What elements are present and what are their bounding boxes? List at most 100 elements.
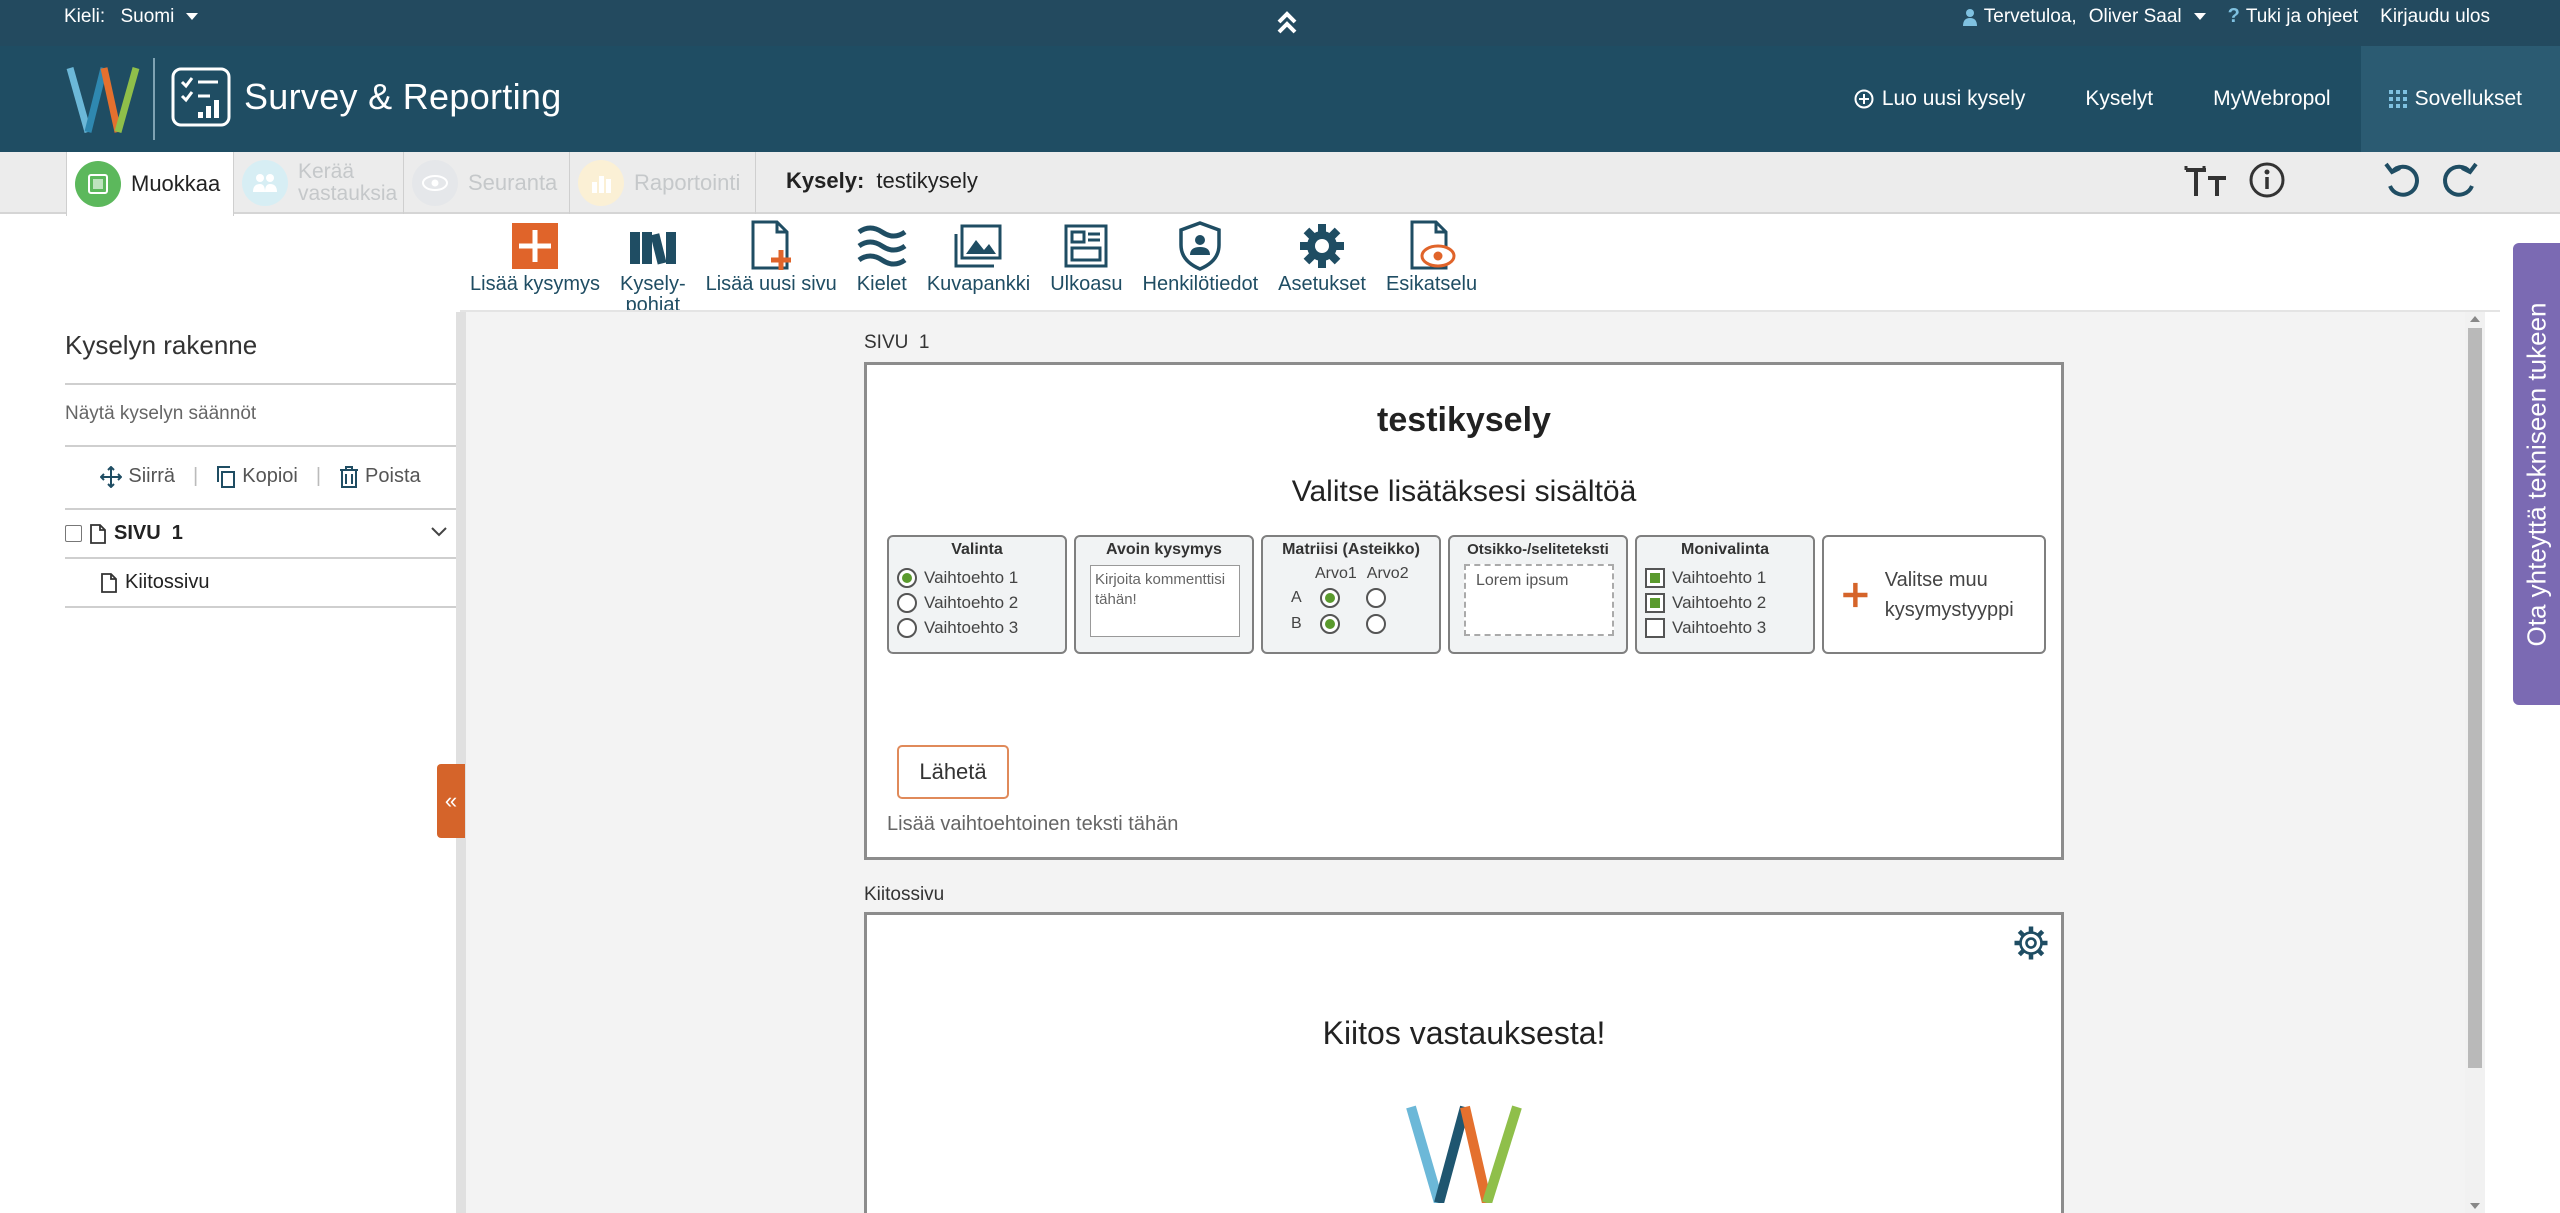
- qtype-other-label: Valitse muu kysymystyyppi: [1884, 568, 2014, 621]
- delete-button[interactable]: Poista: [339, 465, 421, 488]
- grid-icon: [2388, 90, 2407, 108]
- support-tab[interactable]: Ota yhteyttä tekniseen tukeen: [2513, 243, 2560, 705]
- tab-bar: Muokkaa Kerää vastauksia Seuranta Raporto…: [0, 152, 2560, 216]
- add-page-button[interactable]: Lisää uusi sivu: [696, 216, 847, 295]
- plus-icon: [1843, 582, 1868, 607]
- page1-checkbox[interactable]: [65, 525, 82, 542]
- tab-edit-label: Muokkaa: [131, 171, 221, 196]
- nav-mywebropol[interactable]: MyWebropol: [2183, 46, 2361, 152]
- plus-circle-icon: [1854, 89, 1874, 109]
- tab-edit[interactable]: Muokkaa: [66, 152, 234, 216]
- logout-link[interactable]: Kirjaudu ulos: [2380, 6, 2490, 28]
- radio-icon: [897, 617, 917, 638]
- copy-icon: [217, 465, 236, 488]
- undo-icon[interactable]: [2382, 160, 2422, 200]
- eye-icon: [412, 160, 458, 206]
- edit-icon: [75, 161, 121, 207]
- preview-button[interactable]: Esikatselu: [1376, 216, 1487, 295]
- shield-user-icon: [1175, 220, 1225, 272]
- radio-icon: [1366, 588, 1386, 608]
- thanks-settings-button[interactable]: [2013, 925, 2049, 966]
- structure-title: Kyselyn rakenne: [65, 330, 456, 385]
- chevron-down-icon: [185, 13, 198, 21]
- qtype-multi[interactable]: Monivalinta Vaihtoehto 1 Vaihtoehto 2 Va…: [1635, 535, 1815, 654]
- thanks-message[interactable]: Kiitos vastauksesta!: [867, 1015, 2061, 1052]
- editor-canvas: SIVU 1 testikysely Valitse lisätäksesi s…: [456, 312, 2481, 1213]
- qtype-choice[interactable]: Valinta Vaihtoehto 1 Vaihtoehto 2 Vaihto…: [887, 535, 1067, 654]
- trash-icon: [340, 465, 359, 488]
- gear-icon: [1297, 220, 1347, 272]
- webropol-logo[interactable]: [64, 60, 144, 138]
- multi-option-label: Vaihtoehto 3: [1672, 617, 1767, 637]
- nav-new-survey-label: Luo uusi kysely: [1881, 87, 2026, 110]
- add-question-button[interactable]: Lisää kysymys: [460, 216, 610, 295]
- settings-label: Asetukset: [1278, 273, 1366, 295]
- app-header: Survey & Reporting Luo uusi kysely Kysel…: [0, 46, 2560, 152]
- multi-option: Vaihtoehto 2: [1645, 590, 1805, 615]
- structure-actions: Siirrä | Kopioi | Poista: [65, 447, 456, 510]
- languages-button[interactable]: Kielet: [847, 216, 917, 295]
- scrollbar-thumb[interactable]: [2468, 328, 2482, 1068]
- tab-collect[interactable]: Kerää vastauksia: [234, 152, 404, 214]
- nav-apps[interactable]: Sovellukset: [2360, 46, 2560, 152]
- qtype-multi-title: Monivalinta: [1680, 541, 1769, 558]
- choice-option-label: Vaihtoehto 3: [924, 617, 1019, 637]
- text-size-icon[interactable]: [2184, 160, 2230, 200]
- templates-label-1: Kysely-: [620, 273, 686, 295]
- info-icon[interactable]: [2248, 161, 2286, 199]
- canvas-scrollbar[interactable]: [2465, 312, 2485, 1213]
- personal-data-button[interactable]: Henkilötiedot: [1133, 216, 1269, 295]
- qtype-other-button[interactable]: Valitse muu kysymystyyppi: [1822, 535, 2046, 654]
- add-question-label: Lisää kysymys: [470, 273, 601, 295]
- nav-surveys[interactable]: Kyselyt: [2055, 46, 2183, 152]
- delete-label: Poista: [365, 465, 421, 487]
- collapse-header-icon[interactable]: [1272, 8, 1302, 38]
- tab-monitor[interactable]: Seuranta: [404, 152, 570, 214]
- question-icon: ?: [2227, 5, 2240, 27]
- qtype-open[interactable]: Avoin kysymys Kirjoita kommenttisi tähän…: [1074, 535, 1254, 654]
- multi-option: Vaihtoehto 3: [1645, 615, 1805, 640]
- collapse-panel-button[interactable]: «: [437, 764, 465, 838]
- multi-option: Vaihtoehto 1: [1645, 565, 1805, 590]
- question-type-options: Valinta Vaihtoehto 1 Vaihtoehto 2 Vaihto…: [887, 535, 2046, 654]
- qtype-choice-title: Valinta: [951, 541, 1003, 558]
- settings-button[interactable]: Asetukset: [1268, 216, 1376, 295]
- qtype-heading-title: Otsikko-/seliteteksti: [1467, 541, 1609, 558]
- help-link[interactable]: ? Tuki ja ohjeet: [2228, 5, 2359, 28]
- language-value[interactable]: Suomi: [120, 6, 174, 27]
- page1-box[interactable]: testikysely Valitse lisätäksesi sisältöä…: [864, 362, 2064, 860]
- image-bank-button[interactable]: Kuvapankki: [917, 216, 1040, 295]
- redo-icon[interactable]: [2440, 160, 2480, 200]
- scroll-up-icon[interactable]: [2470, 316, 2480, 322]
- language-selector[interactable]: Kieli: Suomi: [64, 6, 198, 28]
- alt-text-link[interactable]: Lisää vaihtoehtoinen teksti tähän: [887, 813, 1178, 836]
- copy-button[interactable]: Kopioi: [216, 465, 298, 488]
- qtype-matrix-title: Matriisi (Asteikko): [1282, 541, 1420, 558]
- thanks-page-box[interactable]: Kiitos vastauksesta!: [864, 912, 2064, 1213]
- user-menu[interactable]: Tervetuloa, Oliver Saal: [1962, 6, 2206, 28]
- copy-label: Kopioi: [242, 465, 298, 487]
- radio-icon: [1320, 588, 1340, 608]
- image-icon: [954, 220, 1004, 272]
- choice-option-label: Vaihtoehto 1: [924, 567, 1019, 587]
- qtype-matrix[interactable]: Matriisi (Asteikko) Arvo1 Arvo2 A B: [1261, 535, 1441, 654]
- move-button[interactable]: Siirrä: [100, 465, 175, 488]
- send-button[interactable]: Lähetä: [897, 745, 1009, 799]
- structure-item-page1[interactable]: SIVU 1: [65, 510, 456, 559]
- templates-button[interactable]: Kysely-pohjat: [610, 216, 696, 316]
- structure-item-thanks[interactable]: Kiitossivu: [65, 559, 456, 608]
- layout-button[interactable]: Ulkoasu: [1040, 216, 1132, 295]
- scroll-down-icon[interactable]: [2470, 1203, 2480, 1209]
- show-rules-link[interactable]: Näytä kyselyn säännöt: [65, 385, 456, 447]
- multi-option-label: Vaihtoehto 2: [1672, 592, 1767, 612]
- radio-icon: [1366, 614, 1386, 634]
- survey-title[interactable]: testikysely: [867, 401, 2061, 440]
- chevron-down-icon[interactable]: [430, 526, 448, 538]
- nav-new-survey[interactable]: Luo uusi kysely: [1824, 46, 2056, 152]
- people-icon: [242, 160, 288, 206]
- chevron-down-icon: [2193, 13, 2206, 20]
- webropol-logo: [1406, 1105, 1522, 1203]
- image-bank-label: Kuvapankki: [926, 273, 1031, 295]
- qtype-heading[interactable]: Otsikko-/seliteteksti Lorem ipsum: [1448, 535, 1628, 654]
- tab-report[interactable]: Raportointi: [570, 152, 756, 214]
